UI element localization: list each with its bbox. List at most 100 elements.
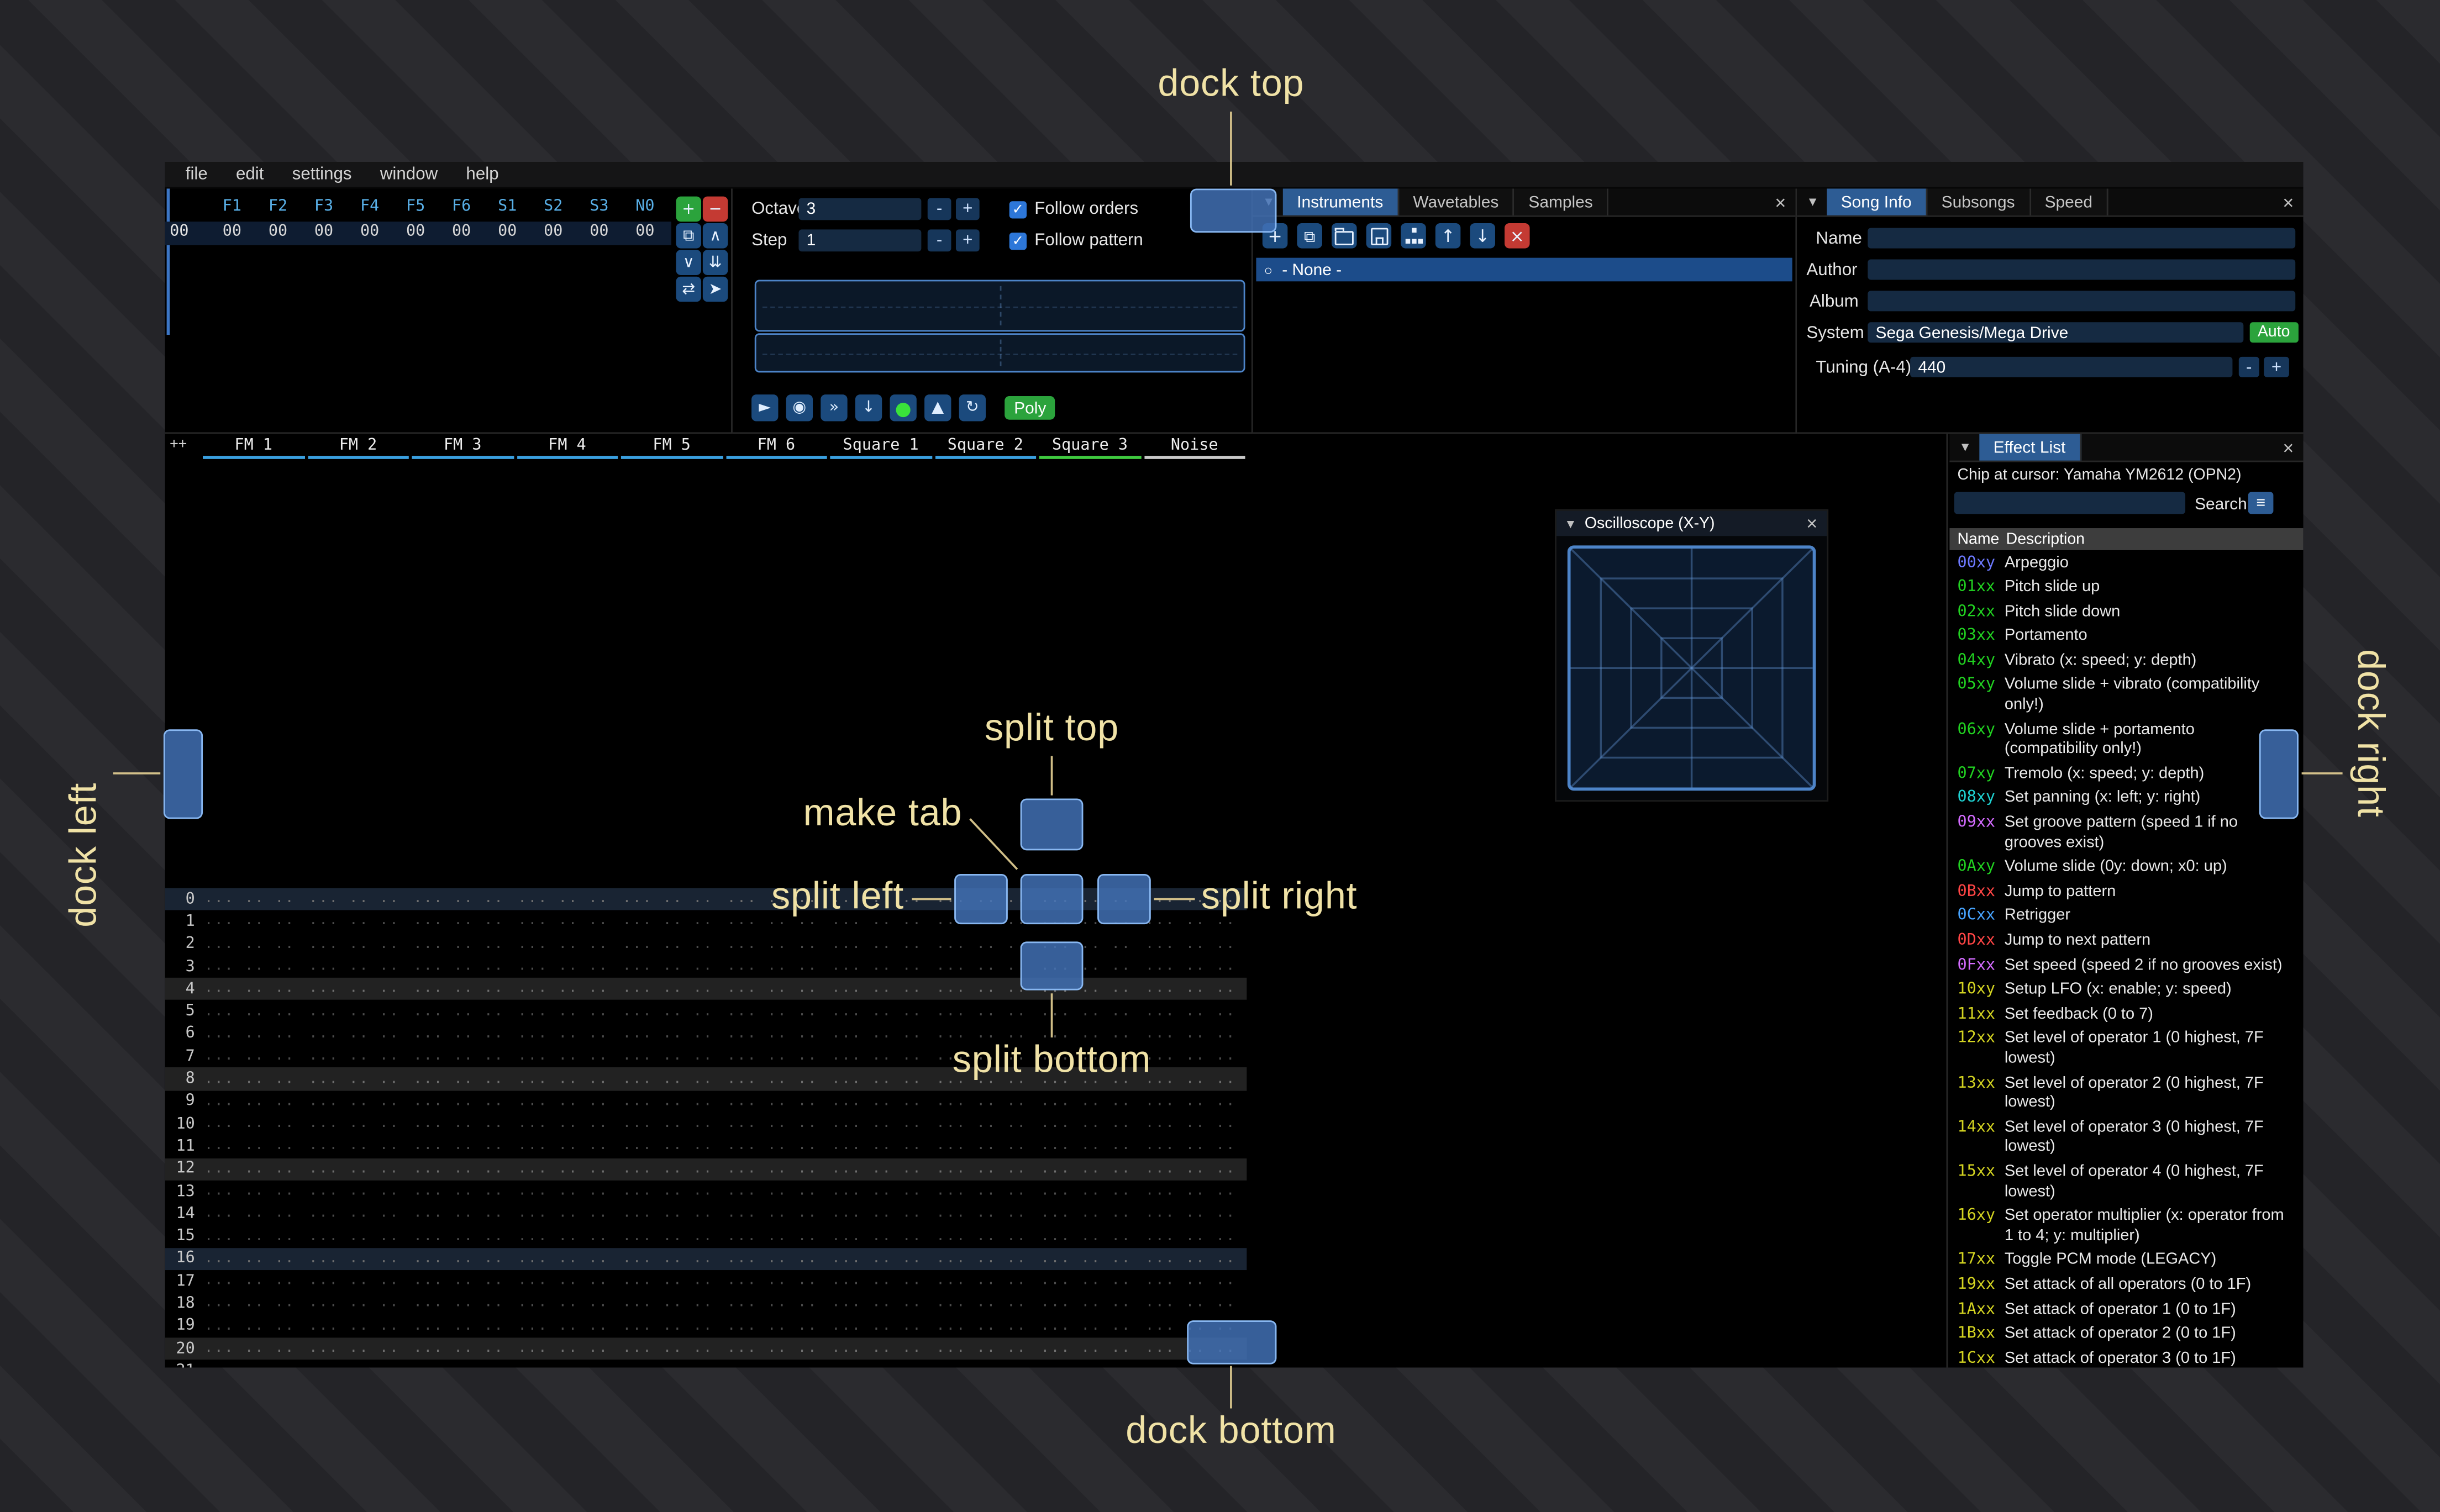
album-field[interactable] [1868, 291, 2296, 312]
pattern-cell[interactable]: ... .. .. .. [724, 1341, 829, 1356]
pattern-row[interactable]: 15 ... .. .. ..... .. .. ..... .. .. ...… [165, 1225, 1247, 1248]
pattern-row[interactable]: 3 ... .. .. ..... .. .. ..... .. .. ....… [165, 956, 1247, 978]
pattern-cell[interactable]: ... .. .. .. [829, 1296, 933, 1311]
pattern-cell[interactable]: ... .. .. .. [933, 1363, 1038, 1367]
effect-list-row[interactable]: 11xx Set feedback (0 to 7) [1949, 1003, 2303, 1028]
orders-cell[interactable]: 00 [530, 223, 576, 240]
pattern-cell[interactable]: ... .. .. .. [515, 1229, 620, 1244]
pattern-cell[interactable]: ... .. .. .. [933, 1273, 1038, 1289]
pattern-cell[interactable]: ... .. .. .. [411, 1026, 515, 1042]
pattern-row[interactable]: 17 ... .. .. ..... .. .. ..... .. .. ...… [165, 1270, 1247, 1293]
tuning-increase-button[interactable]: + [2264, 356, 2289, 377]
pattern-cell[interactable]: ... .. .. .. [1038, 1116, 1143, 1132]
pattern-cell[interactable]: ... .. .. .. [515, 959, 620, 974]
pattern-cell[interactable]: ... .. .. .. [411, 1273, 515, 1289]
channel-header[interactable]: FM 1 [201, 437, 306, 459]
pattern-cell[interactable]: ... .. .. .. [724, 1116, 829, 1132]
pattern-cell[interactable]: ... .. .. .. [619, 1229, 724, 1244]
instrument-list-item[interactable]: ○ - None - [1256, 257, 1792, 282]
effect-list-row[interactable]: 03xx Portamento [1949, 625, 2303, 650]
pattern-cell[interactable]: ... .. .. .. [1038, 1319, 1143, 1334]
effect-list-row[interactable]: 1Cxx Set attack of operator 3 (0 to 1F) [1949, 1347, 2303, 1367]
effect-list-row[interactable]: 0Cxx Retrigger [1949, 905, 2303, 930]
pattern-cell[interactable]: ... .. .. .. [411, 1161, 515, 1177]
octave-increase-button[interactable]: + [955, 198, 980, 220]
channel-header[interactable]: FM 2 [306, 437, 410, 459]
tab[interactable]: Wavetables [1398, 188, 1515, 215]
step-input[interactable]: 1 [798, 229, 922, 252]
effect-list-row[interactable]: 0Dxx Jump to next pattern [1949, 930, 2303, 954]
play-button[interactable]: ► [751, 394, 779, 422]
author-field[interactable] [1868, 259, 2296, 280]
pattern-row[interactable]: 10 ... .. .. ..... .. .. ..... .. .. ...… [165, 1113, 1247, 1135]
pattern-row[interactable]: 12 ... .. .. ..... .. .. ..... .. .. ...… [165, 1157, 1247, 1181]
pattern-row[interactable]: 11 ... .. .. ..... .. .. ..... .. .. ...… [165, 1135, 1247, 1158]
pattern-cell[interactable]: ... .. .. .. [515, 981, 620, 997]
channel-header[interactable]: FM 4 [515, 437, 619, 459]
pattern-cell[interactable]: ... .. .. .. [306, 1071, 411, 1087]
pattern-cell[interactable]: ... .. .. .. [306, 1184, 411, 1199]
menu-item[interactable]: help [452, 165, 513, 184]
orders-cell[interactable]: 00 [255, 223, 301, 240]
pattern-cell[interactable]: ... .. .. .. [515, 1296, 620, 1311]
pattern-cell[interactable]: ... .. .. .. [201, 1229, 306, 1244]
pattern-cell[interactable]: ... .. .. .. [411, 1251, 515, 1267]
order-add-button[interactable]: + [676, 196, 702, 222]
pattern-cell[interactable]: ... .. .. .. [724, 1206, 829, 1221]
pattern-cell[interactable]: ... .. .. .. [724, 1161, 829, 1177]
pattern-cell[interactable]: ... .. .. .. [306, 1341, 411, 1356]
octave-decrease-button[interactable]: - [927, 198, 951, 220]
pattern-cell[interactable]: ... .. .. .. [1038, 1229, 1143, 1244]
effect-list-row[interactable]: 08xy Set panning (x: left; y: right) [1949, 787, 2303, 812]
pattern-cell[interactable]: ... .. .. .. [306, 1319, 411, 1334]
close-icon[interactable]: × [2283, 191, 2294, 213]
pattern-cell[interactable]: ... .. .. .. [201, 1071, 306, 1087]
orders-cell[interactable]: 00 [393, 223, 439, 240]
pattern-cell[interactable]: ... .. .. .. [619, 1319, 724, 1334]
pattern-cell[interactable]: ... .. .. .. [306, 981, 411, 997]
pattern-cell[interactable]: ... .. .. .. [306, 914, 411, 929]
pattern-cell[interactable]: ... .. .. .. [515, 892, 620, 907]
pattern-cell[interactable]: ... .. .. .. [201, 1341, 306, 1356]
pattern-cell[interactable]: ... .. .. .. [515, 1139, 620, 1154]
channel-header[interactable]: FM 6 [724, 437, 828, 459]
pattern-cell[interactable]: ... .. .. .. [306, 1229, 411, 1244]
close-icon[interactable]: × [2283, 436, 2294, 459]
pattern-cell[interactable]: ... .. .. .. [829, 959, 933, 974]
pattern-cell[interactable]: ... .. .. .. [724, 959, 829, 974]
pattern-row[interactable]: 18 ... .. .. ..... .. .. ..... .. .. ...… [165, 1293, 1247, 1315]
pattern-cell[interactable]: ... .. .. .. [724, 1004, 829, 1019]
effect-list-row[interactable]: 0Axy Volume slide (0y: down; x0: up) [1949, 856, 2303, 881]
pattern-row[interactable]: 9 ... .. .. ..... .. .. ..... .. .. ....… [165, 1090, 1247, 1113]
tuning-field[interactable]: 440 [1910, 356, 2233, 377]
orders-cell[interactable]: 00 [439, 223, 485, 240]
pattern-cell[interactable]: ... .. .. .. [829, 1273, 933, 1289]
collapse-arrow-icon[interactable]: ▼ [1959, 440, 1971, 455]
dock-target-bottom[interactable] [1187, 1320, 1277, 1365]
pattern-cell[interactable]: ... .. .. .. [201, 959, 306, 974]
pattern-cell[interactable]: ... .. .. .. [829, 1319, 933, 1334]
collapse-arrow-icon[interactable]: ▼ [1564, 517, 1577, 531]
pattern-cell[interactable]: ... .. .. .. [619, 981, 724, 997]
channel-header[interactable]: Square 2 [933, 437, 1038, 459]
effect-list-row[interactable]: 17xx Toggle PCM mode (LEGACY) [1949, 1250, 2303, 1274]
pattern-cell[interactable]: ... .. .. .. [201, 892, 306, 907]
pattern-cell[interactable]: ... .. .. .. [411, 1004, 515, 1019]
pattern-cell[interactable]: ... .. .. .. [411, 1229, 515, 1244]
pattern-cell[interactable]: ... .. .. .. [201, 1004, 306, 1019]
pattern-cell[interactable]: ... .. .. .. [829, 936, 933, 952]
effect-list-row[interactable]: 0Fxx Set speed (speed 2 if no grooves ex… [1949, 954, 2303, 978]
effect-list-row[interactable]: 1Bxx Set attack of operator 2 (0 to 1F) [1949, 1323, 2303, 1347]
hamburger-menu-icon[interactable]: ≡ [2248, 492, 2274, 514]
effect-list-row[interactable]: 14xx Set level of operator 3 (0 highest,… [1949, 1116, 2303, 1161]
channel-header[interactable]: FM 3 [411, 437, 515, 459]
pattern-row[interactable]: 19 ... .. .. ..... .. .. ..... .. .. ...… [165, 1315, 1247, 1338]
split-target-left[interactable] [954, 874, 1008, 925]
pattern-cell[interactable]: ... .. .. .. [619, 1049, 724, 1064]
pattern-cell[interactable]: ... .. .. .. [411, 1206, 515, 1221]
split-target-top[interactable] [1020, 798, 1084, 851]
instrument-folders-button[interactable] [1401, 223, 1426, 249]
pattern-cell[interactable]: ... .. .. .. [515, 1341, 620, 1356]
pattern-cell[interactable]: ... .. .. .. [724, 1229, 829, 1244]
pattern-cell[interactable]: ... .. .. .. [515, 1184, 620, 1199]
